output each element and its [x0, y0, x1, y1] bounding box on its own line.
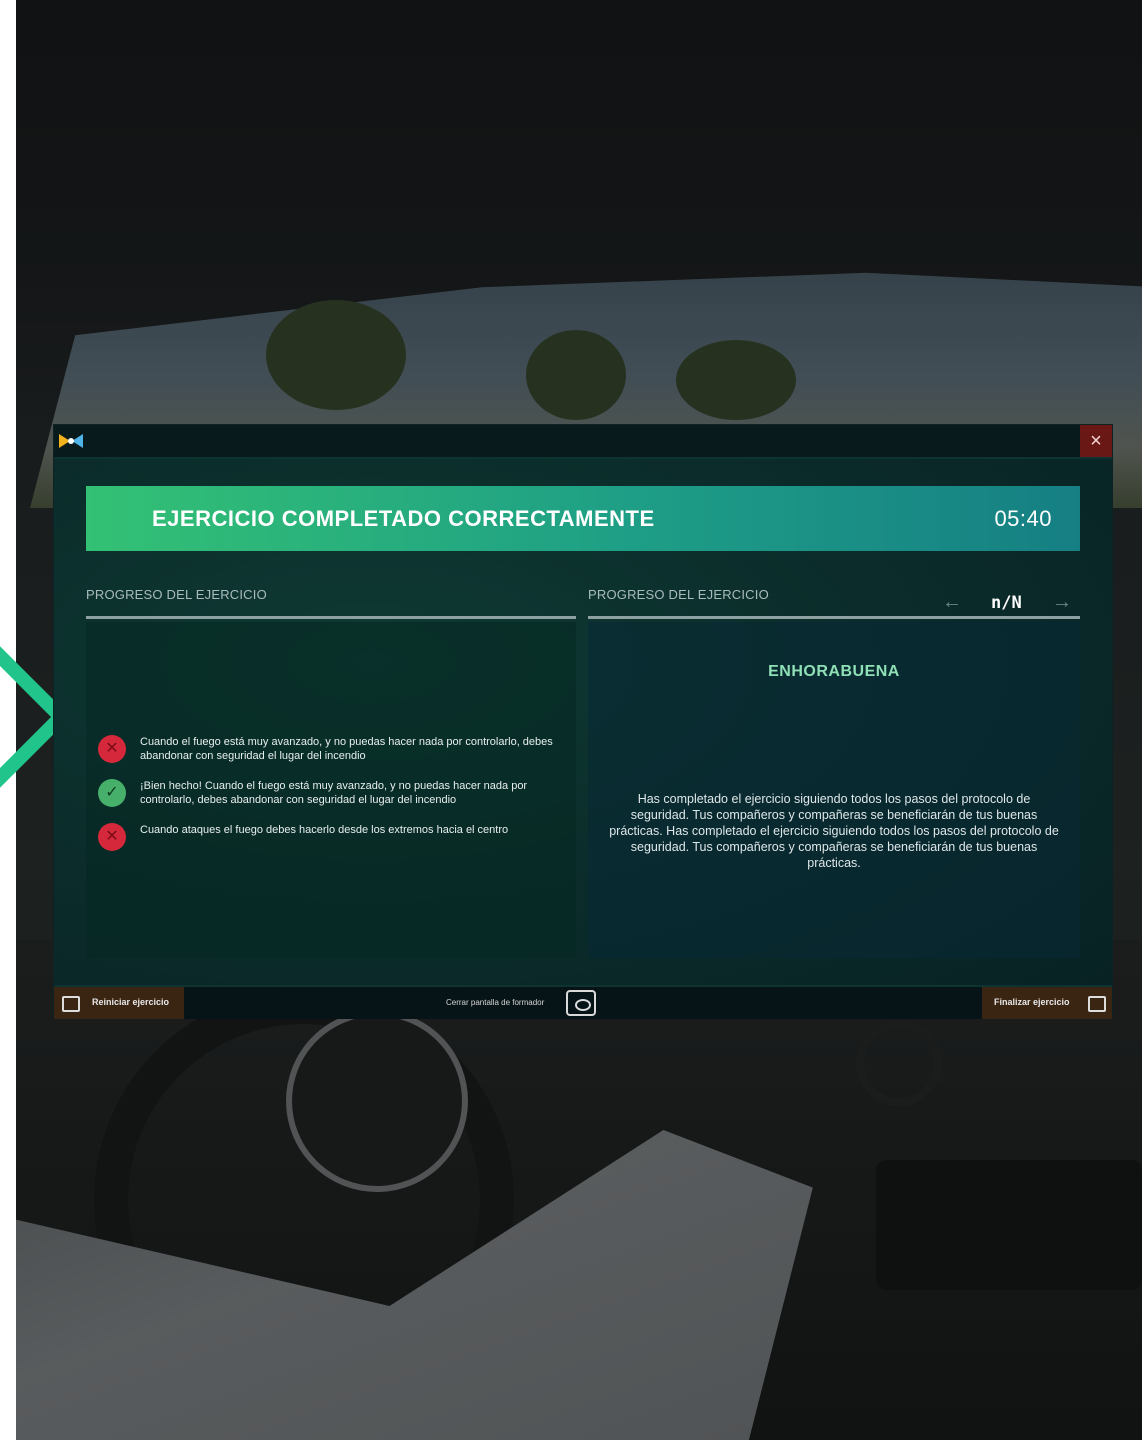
restart-icon: [62, 996, 80, 1012]
banner-title: EJERCICIO COMPLETADO CORRECTAMENTE: [152, 506, 655, 531]
close-trainer-label[interactable]: Cerrar pantalla de formador: [446, 998, 544, 1007]
progress-item-text: Cuando el fuego está muy avanzado, y no …: [140, 736, 553, 762]
page-indicator: n/N: [991, 593, 1022, 613]
feedback-heading: ENHORABUENA: [768, 663, 900, 680]
panel-footer: Reiniciar ejercicio Cerrar pantalla de f…: [54, 985, 1112, 1019]
close-icon: ×: [1090, 430, 1102, 452]
finish-button[interactable]: Finalizar ejercicio: [982, 987, 1112, 1019]
right-column-title: PROGRESO DEL EJERCICIO: [588, 587, 769, 602]
check-icon: ✓: [98, 779, 126, 807]
restart-button[interactable]: Reiniciar ejercicio: [54, 987, 184, 1019]
success-banner: EJERCICIO COMPLETADO CORRECTAMENTE 05:40: [86, 486, 1080, 551]
exit-icon: [1088, 996, 1106, 1012]
feedback-body: Has completado el ejercicio siguiendo to…: [609, 792, 1059, 870]
elapsed-timer: 05:40: [994, 506, 1052, 531]
trainer-icon[interactable]: [566, 990, 596, 1016]
next-arrow-icon[interactable]: →: [1052, 591, 1072, 614]
progress-item-text: Cuando ataques el fuego debes hacerlo de…: [140, 824, 509, 836]
close-button[interactable]: ×: [1080, 425, 1112, 457]
panel-titlebar: ×: [54, 425, 1112, 459]
exercise-result-panel: × EJERCICIO COMPLETADO CORRECTAMENTE 05:…: [54, 425, 1112, 1019]
right-column-divider: [588, 616, 1080, 619]
prev-arrow-icon[interactable]: ←: [942, 591, 962, 614]
cross-icon: ✕: [98, 735, 126, 763]
left-column-title: PROGRESO DEL EJERCICIO: [86, 587, 267, 602]
cross-icon: ✕: [98, 823, 126, 851]
progress-item-text: ¡Bien hecho! Cuando el fuego está muy av…: [140, 780, 528, 806]
app-logo-icon: [59, 434, 83, 448]
finish-label: Finalizar ejercicio: [994, 997, 1070, 1007]
restart-label: Reiniciar ejercicio: [92, 997, 170, 1007]
left-column-divider: [86, 616, 576, 619]
